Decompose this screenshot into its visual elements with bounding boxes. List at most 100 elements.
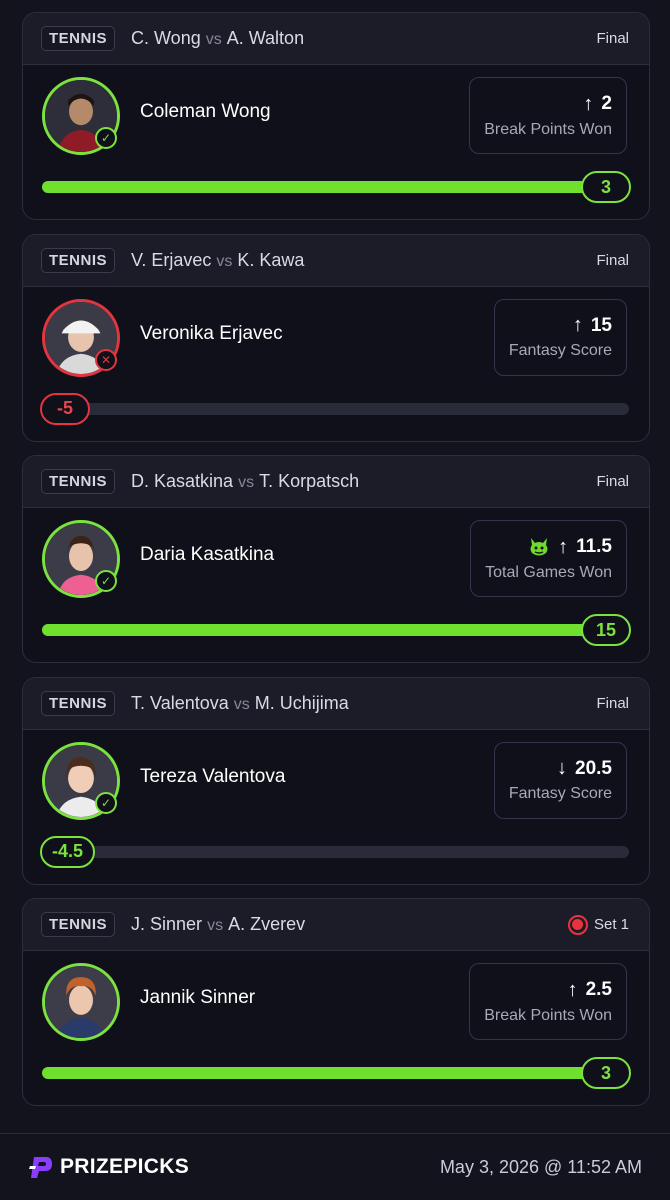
player-name: Tereza Valentova <box>140 765 286 787</box>
player-name: Veronika Erjavec <box>140 322 283 344</box>
pick-card[interactable]: TENNIS J. Sinner vs A. Zverev Set 1 Jann… <box>22 898 650 1106</box>
projection-line: ↑ 2 <box>583 93 612 116</box>
projection-box: ↓ 20.5 Fantasy Score <box>493 741 627 819</box>
pick-card[interactable]: TENNIS C. Wong vs A. Walton Final ✓ Cole… <box>22 12 650 220</box>
vs-label: vs <box>216 252 233 270</box>
progress-track: -4.5 <box>40 835 629 868</box>
team-b: A. Walton <box>226 28 305 48</box>
progress-fill <box>42 181 629 193</box>
status-text: Final <box>596 30 629 47</box>
prizepicks-logo-icon <box>29 1157 52 1178</box>
sport-badge: TENNIS <box>41 26 116 51</box>
status-text: Set 1 <box>593 916 629 933</box>
stat-label: Fantasy Score <box>508 342 612 359</box>
stat-label: Total Games Won <box>485 563 612 581</box>
actual-value-pill: -4.5 <box>40 835 96 868</box>
team-b: K. Kawa <box>237 249 305 270</box>
pick-cards-list: TENNIS C. Wong vs A. Walton Final ✓ Cole… <box>22 12 650 1120</box>
arrow-up-icon: ↑ <box>572 314 583 336</box>
matchup: T. Valentova vs M. Uchijima <box>131 693 349 714</box>
timestamp: May 3, 2026 @ 11:52 AM <box>439 1156 642 1177</box>
card-header: TENNIS J. Sinner vs A. Zverev Set 1 <box>23 899 649 951</box>
vs-label: vs <box>233 695 250 713</box>
progress-track: 3 <box>42 171 631 203</box>
game-status: Set 1 <box>567 914 629 935</box>
team-a: T. Valentova <box>131 692 229 713</box>
live-icon <box>567 914 588 935</box>
stat-label: Break Points Won <box>484 120 612 138</box>
matchup: D. Kasatkina vs T. Korpatsch <box>131 471 359 492</box>
check-icon: ✓ <box>95 127 117 149</box>
pick-card[interactable]: TENNIS D. Kasatkina vs T. Korpatsch Fina… <box>22 455 650 663</box>
progress-track: 15 <box>42 614 631 646</box>
player-avatar <box>42 963 120 1041</box>
card-header: TENNIS D. Kasatkina vs T. Korpatsch Fina… <box>23 456 649 508</box>
prizepicks-logo[interactable]: PRIZEPICKS <box>28 1154 189 1180</box>
pick-card[interactable]: TENNIS T. Valentova vs M. Uchijima Final… <box>22 676 650 885</box>
stat-label: Fantasy Score <box>508 785 612 802</box>
check-icon: ✓ <box>95 791 117 814</box>
player-name: Daria Kasatkina <box>140 544 275 565</box>
actual-value-pill: 3 <box>581 1057 631 1089</box>
x-icon: ✕ <box>95 348 117 371</box>
arrow-up-icon: ↑ <box>567 978 578 1001</box>
game-status: Final <box>596 252 629 269</box>
matchup: V. Erjavec vs K. Kawa <box>131 250 304 271</box>
arrow-up-icon: ↑ <box>558 535 569 558</box>
projection-line: ↑ 2.5 <box>568 979 612 1002</box>
brand-wordmark: PRIZEPICKS <box>60 1155 190 1178</box>
actual-value-pill: 3 <box>581 171 631 203</box>
game-status: Final <box>596 473 629 490</box>
line-value: 2 <box>601 93 612 114</box>
team-b: M. Uchijima <box>254 692 349 713</box>
status-text: Final <box>596 694 629 712</box>
player-name: Coleman Wong <box>140 101 271 122</box>
line-value: 2.5 <box>585 979 612 1000</box>
status-text: Final <box>596 473 629 490</box>
actual-value-pill: -5 <box>40 392 90 425</box>
projection-box: ↑ 2 Break Points Won <box>469 77 627 154</box>
sport-badge: TENNIS <box>41 247 116 273</box>
status-text: Final <box>596 251 629 269</box>
team-a: V. Erjavec <box>131 249 212 270</box>
actual-value-pill: 15 <box>581 614 631 646</box>
sport-badge: TENNIS <box>41 912 116 937</box>
line-value: 15 <box>590 314 612 336</box>
vs-label: vs <box>238 474 255 491</box>
team-a: C. Wong <box>131 28 201 48</box>
sport-badge: TENNIS <box>41 690 116 716</box>
check-icon: ✓ <box>95 570 117 592</box>
projection-line: ↓ 20.5 <box>557 757 612 780</box>
card-header: TENNIS C. Wong vs A. Walton Final <box>23 13 649 65</box>
sport-badge: TENNIS <box>41 469 116 494</box>
game-status: Final <box>596 695 629 712</box>
vs-label: vs <box>207 917 224 934</box>
projection-box: ↑ 15 Fantasy Score <box>493 298 627 376</box>
team-a: D. Kasatkina <box>131 471 234 491</box>
pick-card[interactable]: TENNIS V. Erjavec vs K. Kawa Final ✕ Ver… <box>22 233 650 442</box>
arrow-up-icon: ↑ <box>583 92 594 115</box>
arrow-down-icon: ↓ <box>557 757 568 779</box>
team-b: T. Korpatsch <box>259 471 360 491</box>
progress-fill <box>42 624 629 636</box>
projection-line: ↑ 11.5 <box>528 536 612 559</box>
projection-line: ↑ 15 <box>573 314 612 337</box>
progress-track: -5 <box>40 392 629 425</box>
demon-icon <box>530 538 548 556</box>
team-b: A. Zverev <box>228 914 306 934</box>
line-value: 11.5 <box>576 536 612 557</box>
progress-track: 3 <box>42 1057 631 1089</box>
matchup: C. Wong vs A. Walton <box>131 28 304 49</box>
footer: PRIZEPICKS May 3, 2026 @ 11:52 AM <box>0 1133 670 1200</box>
card-header: TENNIS T. Valentova vs M. Uchijima Final <box>23 677 649 730</box>
projection-box: ↑ 11.5 Total Games Won <box>470 520 627 597</box>
game-status: Final <box>596 30 629 47</box>
team-a: J. Sinner <box>131 914 203 934</box>
matchup: J. Sinner vs A. Zverev <box>131 914 305 935</box>
player-name: Jannik Sinner <box>140 987 256 1008</box>
stat-label: Break Points Won <box>484 1006 612 1024</box>
player-photo <box>45 966 117 1038</box>
line-value: 20.5 <box>575 757 612 779</box>
vs-label: vs <box>205 31 222 48</box>
projection-box: ↑ 2.5 Break Points Won <box>469 963 627 1040</box>
